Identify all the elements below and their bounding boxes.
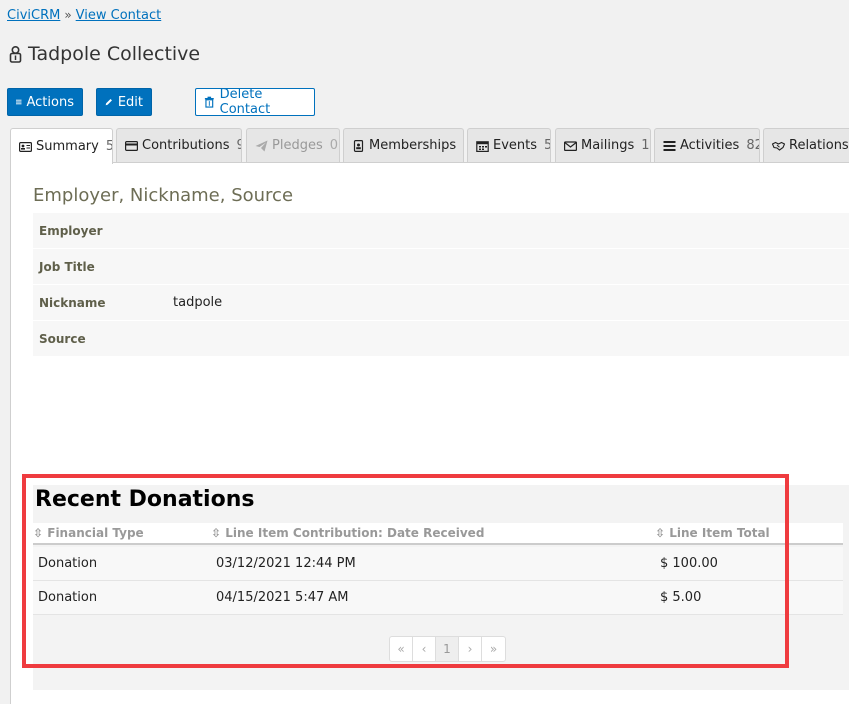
tab-relationships-label: Relations <box>789 138 849 153</box>
list-icon <box>663 140 676 151</box>
cell-total: $ 100.00 <box>660 556 718 571</box>
field-row-job-title: Job Title <box>33 249 849 285</box>
edit-button-label: Edit <box>117 94 143 110</box>
table-row: Donation 04/15/2021 5:47 AM $ 5.00 <box>33 581 843 615</box>
column-header-financial-type[interactable]: ⇳ Financial Type <box>33 526 144 540</box>
field-label: Employer <box>39 223 103 238</box>
last-page-button[interactable]: » <box>482 637 505 661</box>
delete-contact-button[interactable]: Delete Contact <box>195 87 315 117</box>
calendar-icon <box>476 140 489 152</box>
field-label: Job Title <box>39 259 95 274</box>
paper-plane-icon <box>255 140 268 151</box>
breadcrumb: CiviCRM » View Contact <box>7 8 161 23</box>
field-value[interactable]: tadpole <box>173 295 222 310</box>
delete-contact-button-label: Delete Contact <box>219 87 271 117</box>
breadcrumb-current-link[interactable]: View Contact <box>76 8 162 23</box>
column-header-date-received[interactable]: ⇳ Line Item Contribution: Date Received <box>211 526 484 540</box>
contact-tabs: Summary 5 Contributions 9 Pledges 0 Members… <box>10 128 849 164</box>
recent-donations-title: Recent Donations <box>35 487 255 512</box>
field-row-source: Source <box>33 321 849 357</box>
table-row: Donation 03/12/2021 12:44 PM $ 100.00 <box>33 547 843 581</box>
id-card-icon <box>19 141 32 152</box>
tab-mailings-count: 1 <box>641 138 650 153</box>
bars-icon <box>16 99 22 105</box>
summary-panel: Employer, Nickname, Source Employer Job … <box>10 162 849 704</box>
cell-financial-type: Donation <box>38 556 98 571</box>
envelope-icon <box>564 140 577 151</box>
tab-mailings[interactable]: Mailings 1 <box>555 128 651 162</box>
tab-memberships-count: 4 <box>463 138 464 153</box>
tab-contributions-label: Contributions <box>142 138 230 153</box>
tab-activities-label: Activities <box>680 138 740 153</box>
cell-total: $ 5.00 <box>660 590 702 605</box>
cell-date-received: 03/12/2021 12:44 PM <box>216 556 356 571</box>
actions-button[interactable]: Actions <box>7 88 83 116</box>
page-title: Tadpole Collective <box>9 43 200 65</box>
column-label: Line Item Contribution: Date Received <box>225 526 485 540</box>
tab-mailings-label: Mailings <box>581 138 635 153</box>
recent-donations-section: Recent Donations ⇳ Financial Type ⇳ Line… <box>33 485 849 690</box>
tab-contributions[interactable]: Contributions 9 <box>116 128 242 162</box>
first-page-button[interactable]: « <box>390 637 413 661</box>
cell-financial-type: Donation <box>38 590 98 605</box>
field-row-nickname: Nickname tadpole <box>33 285 849 321</box>
pagination: « ‹ 1 › » <box>389 636 506 662</box>
tab-pledges[interactable]: Pledges 0 <box>246 128 340 162</box>
contact-fields: Employer Job Title Nickname tadpole Sour… <box>33 213 849 357</box>
tab-memberships-label: Memberships <box>369 138 457 153</box>
column-label: Financial Type <box>47 526 144 540</box>
tab-contributions-count: 9 <box>237 138 242 153</box>
next-page-button[interactable]: › <box>459 637 482 661</box>
tab-pledges-label: Pledges <box>272 138 323 153</box>
tab-events[interactable]: Events 5 <box>467 128 551 162</box>
tab-summary-count: 5 <box>106 139 112 154</box>
tab-memberships[interactable]: Memberships 4 <box>343 128 464 162</box>
tab-activities[interactable]: Activities 82 <box>654 128 760 162</box>
donations-table-header: ⇳ Financial Type ⇳ Line Item Contributio… <box>33 523 843 545</box>
sort-icon: ⇳ <box>655 526 666 540</box>
field-label: Nickname <box>39 295 106 310</box>
pencil-icon <box>105 98 112 106</box>
field-row-employer: Employer <box>33 213 849 249</box>
tab-summary-label: Summary <box>36 139 99 154</box>
sort-icon: ⇳ <box>211 526 222 540</box>
cell-date-received: 04/15/2021 5:47 AM <box>216 590 349 605</box>
edit-button[interactable]: Edit <box>96 88 152 116</box>
handshake-icon <box>772 141 785 151</box>
tab-activities-count: 82 <box>746 138 759 153</box>
tab-relationships[interactable]: Relations <box>763 128 849 162</box>
actions-button-label: Actions <box>26 94 75 110</box>
tab-events-count: 5 <box>544 138 550 153</box>
section-title: Employer, Nickname, Source <box>33 185 294 206</box>
sort-icon: ⇳ <box>33 526 44 540</box>
tab-summary[interactable]: Summary 5 <box>10 128 113 164</box>
column-header-total[interactable]: ⇳ Line Item Total <box>655 526 770 540</box>
column-label: Line Item Total <box>669 526 770 540</box>
contact-name: Tadpole Collective <box>28 43 201 65</box>
previous-page-button[interactable]: ‹ <box>413 637 436 661</box>
id-badge-icon <box>353 139 364 152</box>
breadcrumb-separator-icon: » <box>64 8 72 22</box>
breadcrumb-home-link[interactable]: CiviCRM <box>7 8 60 23</box>
current-page-button[interactable]: 1 <box>436 637 459 661</box>
field-label: Source <box>39 331 86 346</box>
tab-pledges-count: 0 <box>329 138 339 153</box>
credit-card-icon <box>125 140 138 151</box>
trash-icon <box>204 96 214 108</box>
contact-type-icon <box>9 45 22 63</box>
tab-events-label: Events <box>493 138 538 153</box>
